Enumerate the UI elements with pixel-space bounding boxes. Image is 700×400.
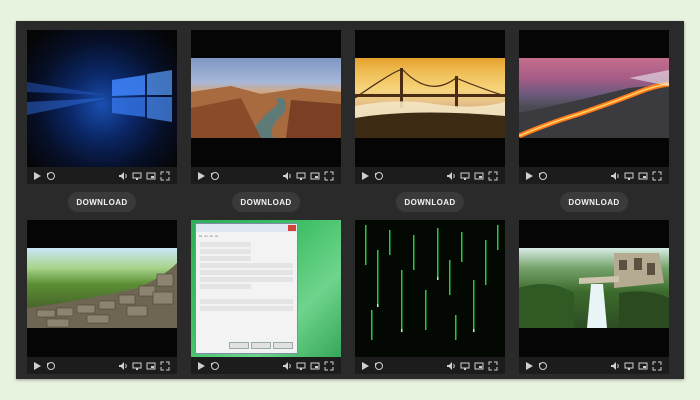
- fullscreen-icon[interactable]: [323, 360, 335, 372]
- fullscreen-icon[interactable]: [323, 170, 335, 182]
- volume-icon[interactable]: [445, 360, 457, 372]
- picture-in-picture-icon[interactable]: [473, 170, 485, 182]
- screen-icon[interactable]: [623, 170, 635, 182]
- download-button[interactable]: DOWNLOAD: [232, 192, 300, 212]
- screen-icon[interactable]: [131, 360, 143, 372]
- video-controls: [191, 357, 341, 374]
- screen-icon[interactable]: [131, 170, 143, 182]
- download-button[interactable]: DOWNLOAD: [560, 192, 628, 212]
- screen-icon[interactable]: [295, 170, 307, 182]
- matrix-code-rain-thumbnail: [355, 220, 505, 357]
- video-controls: [27, 357, 177, 374]
- replay-icon[interactable]: [209, 360, 221, 372]
- lava-flow-thumbnail: [519, 58, 669, 138]
- screen-icon[interactable]: [623, 360, 635, 372]
- video-gallery-panel: DOWNLOAD DOWNLOAD DOWNLOAD DOWNLOAD ▭ ▭ …: [16, 21, 684, 379]
- picture-in-picture-icon[interactable]: [637, 170, 649, 182]
- play-icon[interactable]: [359, 170, 371, 182]
- screen-icon[interactable]: [459, 170, 471, 182]
- replay-icon[interactable]: [209, 170, 221, 182]
- replay-icon[interactable]: [537, 360, 549, 372]
- play-icon[interactable]: [523, 170, 535, 182]
- play-icon[interactable]: [31, 170, 43, 182]
- fullscreen-icon[interactable]: [487, 170, 499, 182]
- video-controls: [519, 357, 669, 374]
- volume-icon[interactable]: [281, 360, 293, 372]
- fullscreen-icon[interactable]: [487, 360, 499, 372]
- picture-in-picture-icon[interactable]: [145, 360, 157, 372]
- volume-icon[interactable]: [281, 170, 293, 182]
- video-viewport[interactable]: [355, 30, 505, 167]
- replay-icon[interactable]: [373, 170, 385, 182]
- canyon-river-thumbnail: [191, 58, 341, 138]
- windows-wallpaper-thumbnail: [27, 30, 177, 167]
- video-controls: [191, 167, 341, 184]
- dialog-window-thumbnail: ▭ ▭ ▭ ▭: [195, 223, 298, 354]
- stone-wall-thumbnail: [27, 248, 177, 328]
- replay-icon[interactable]: [45, 170, 57, 182]
- golden-gate-fog-thumbnail: [355, 58, 505, 138]
- fullscreen-icon[interactable]: [159, 360, 171, 372]
- video-controls: [519, 167, 669, 184]
- picture-in-picture-icon[interactable]: [309, 170, 321, 182]
- video-viewport[interactable]: [191, 30, 341, 167]
- screen-icon[interactable]: [295, 360, 307, 372]
- screen-icon[interactable]: [459, 360, 471, 372]
- taskbar-properties-dialog-thumbnail: ▭ ▭ ▭ ▭: [191, 220, 341, 357]
- picture-in-picture-icon[interactable]: [637, 360, 649, 372]
- video-controls: [27, 167, 177, 184]
- picture-in-picture-icon[interactable]: [309, 360, 321, 372]
- play-icon[interactable]: [195, 360, 207, 372]
- waterfall-garden-thumbnail: [519, 248, 669, 328]
- volume-icon[interactable]: [445, 170, 457, 182]
- volume-icon[interactable]: [117, 170, 129, 182]
- video-controls: [355, 167, 505, 184]
- fullscreen-icon[interactable]: [651, 170, 663, 182]
- volume-icon[interactable]: [609, 360, 621, 372]
- fullscreen-icon[interactable]: [159, 170, 171, 182]
- replay-icon[interactable]: [537, 170, 549, 182]
- download-button[interactable]: DOWNLOAD: [396, 192, 464, 212]
- volume-icon[interactable]: [609, 170, 621, 182]
- picture-in-picture-icon[interactable]: [473, 360, 485, 372]
- picture-in-picture-icon[interactable]: [145, 170, 157, 182]
- play-icon[interactable]: [359, 360, 371, 372]
- video-viewport[interactable]: [519, 30, 669, 167]
- video-viewport[interactable]: [27, 220, 177, 357]
- video-viewport[interactable]: [519, 220, 669, 357]
- play-icon[interactable]: [195, 170, 207, 182]
- video-controls: [355, 357, 505, 374]
- download-button[interactable]: DOWNLOAD: [68, 192, 136, 212]
- replay-icon[interactable]: [45, 360, 57, 372]
- fullscreen-icon[interactable]: [651, 360, 663, 372]
- volume-icon[interactable]: [117, 360, 129, 372]
- video-viewport[interactable]: [355, 220, 505, 357]
- video-viewport[interactable]: ▭ ▭ ▭ ▭: [191, 220, 341, 357]
- video-viewport[interactable]: [27, 30, 177, 167]
- play-icon[interactable]: [523, 360, 535, 372]
- play-icon[interactable]: [31, 360, 43, 372]
- replay-icon[interactable]: [373, 360, 385, 372]
